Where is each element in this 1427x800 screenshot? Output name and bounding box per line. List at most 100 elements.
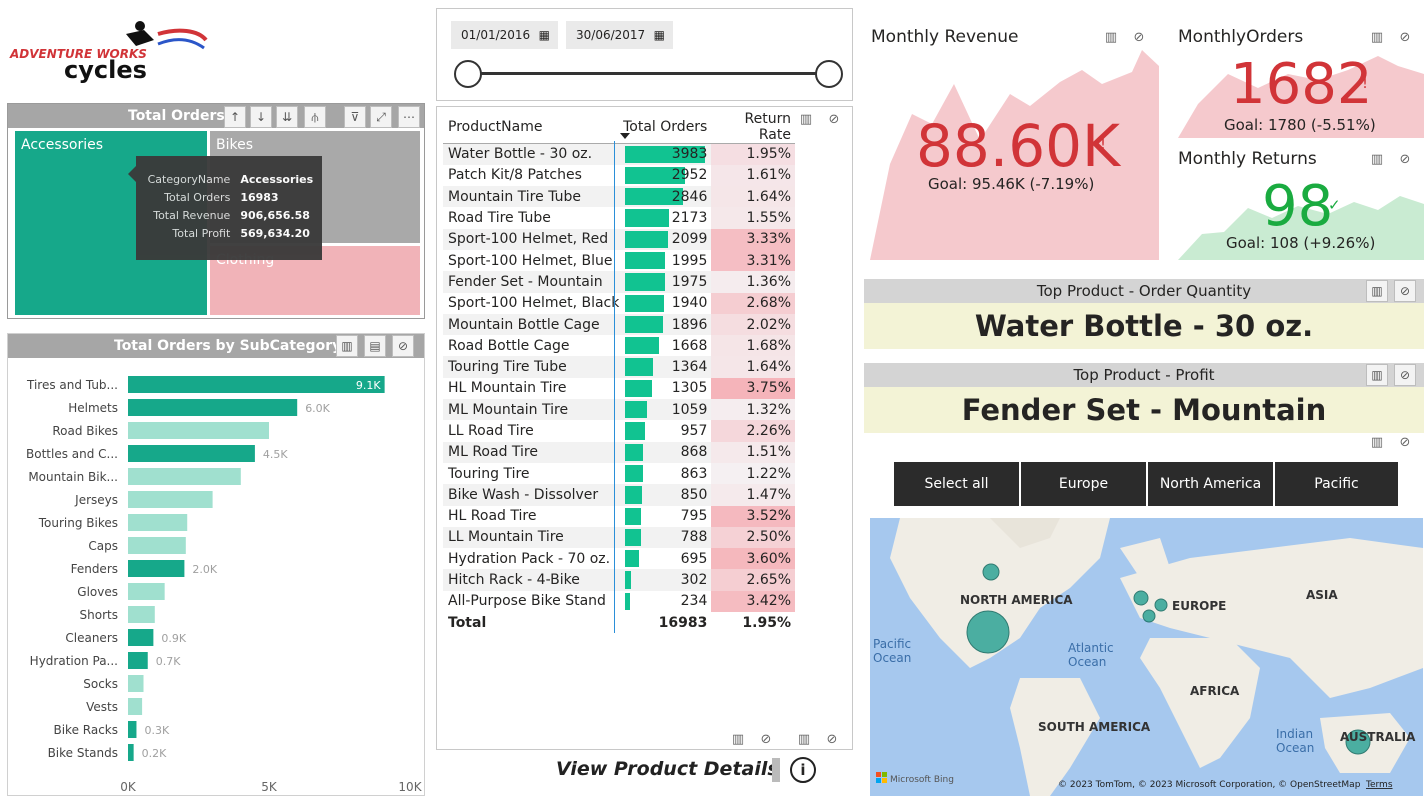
region-button-select-all[interactable]: Select all	[894, 462, 1019, 506]
no-filter-icon[interactable]: ⊘	[1394, 364, 1416, 386]
drill-icon[interactable]: ▥	[1102, 29, 1120, 47]
expand-all-icon[interactable]: ⇊	[276, 106, 298, 128]
table-row[interactable]: Patch Kit/8 Patches 2952 1.61%	[443, 164, 795, 187]
focus-mode-icon[interactable]: ⤢	[370, 106, 392, 128]
calendar-icon[interactable]: ▦	[539, 21, 550, 49]
orders-value: 1896	[671, 316, 708, 333]
no-filter-icon[interactable]: ⊘	[1394, 280, 1416, 302]
map-bubble[interactable]	[1142, 609, 1156, 623]
end-slider-handle[interactable]	[815, 60, 843, 88]
drill-icon[interactable]: ▥	[797, 111, 815, 129]
no-filter-icon[interactable]: ⊘	[825, 111, 843, 129]
calendar-icon[interactable]: ▦	[654, 21, 665, 49]
table-row[interactable]: Bike Wash - Dissolver 850 1.47%	[443, 484, 795, 506]
bar-5[interactable]	[128, 491, 213, 508]
region-button-pacific[interactable]: Pacific	[1275, 462, 1398, 506]
bar-6[interactable]	[128, 514, 188, 531]
treemap-visual[interactable]: Total Orders b ↑ ↓ ⇊ ⫛ ⊽ ⤢ ⋯ Accessories…	[7, 103, 425, 319]
col-header-return-rate[interactable]: Return Rate	[711, 111, 795, 144]
col-header-total-orders[interactable]: Total Orders	[619, 111, 712, 144]
bar-category-label: Gloves	[77, 585, 118, 599]
expand-hierarchy-icon[interactable]: ⫛	[304, 106, 326, 128]
product-table-visual[interactable]: ▥ ⊘ ProductName Total Orders Return Rate…	[436, 106, 853, 750]
map-bubble[interactable]	[1154, 598, 1168, 612]
drill-icon[interactable]: ▥	[1366, 364, 1388, 386]
filter-icon[interactable]: ⊽	[344, 106, 366, 128]
table-row[interactable]: Road Bottle Cage 1668 1.68%	[443, 335, 795, 357]
drill-icon[interactable]: ▥	[1368, 151, 1386, 169]
bar-7[interactable]	[128, 537, 186, 554]
table-row[interactable]: Mountain Tire Tube 2846 1.64%	[443, 186, 795, 208]
bar-11[interactable]	[128, 629, 154, 646]
region-button-north-america[interactable]: North America	[1148, 462, 1273, 506]
drill-icon[interactable]: ▥	[1368, 29, 1386, 47]
map-bubble[interactable]	[1133, 590, 1149, 606]
table-row[interactable]: HL Road Tire 795 3.52%	[443, 505, 795, 527]
drill-up-icon[interactable]: ↑	[224, 106, 246, 128]
table-row[interactable]: Sport-100 Helmet, Black 1940 2.68%	[443, 292, 795, 314]
bar-1[interactable]	[128, 399, 298, 416]
info-icon[interactable]: i	[790, 757, 816, 783]
no-filter-icon[interactable]: ⊘	[1396, 434, 1414, 452]
drill-icon[interactable]: ▥	[1366, 280, 1388, 302]
bar-13[interactable]	[128, 675, 144, 692]
no-filter-icon[interactable]: ⊘	[823, 731, 841, 749]
table-row[interactable]: Water Bottle - 30 oz. 3983 1.95%	[443, 143, 795, 165]
bar-2[interactable]	[128, 422, 269, 439]
no-filter-icon[interactable]: ⊘	[1396, 151, 1414, 169]
map-terms-link[interactable]: Terms	[1365, 780, 1393, 790]
table-row[interactable]: LL Road Tire 957 2.26%	[443, 420, 795, 442]
no-filter-icon[interactable]: ⊘	[757, 731, 775, 749]
bar-category-label: Jerseys	[74, 493, 118, 507]
bar-8[interactable]	[128, 560, 185, 577]
date-slicer[interactable]: 01/01/2016 ▦ 30/06/2017 ▦	[436, 8, 853, 101]
subcategory-chart-visual[interactable]: Total Orders by SubCategory ▥ ▤ ⊘ Tires …	[7, 333, 425, 796]
map-bubble[interactable]	[966, 610, 1010, 654]
bar-12[interactable]	[128, 652, 148, 669]
drill-icon[interactable]: ▥	[1368, 434, 1386, 452]
no-filter-icon[interactable]: ⊘	[1396, 29, 1414, 47]
table-row[interactable]: Road Tire Tube 2173 1.55%	[443, 207, 795, 229]
drill-icon[interactable]: ▥	[795, 731, 813, 749]
table-row[interactable]: Touring Tire Tube 1364 1.64%	[443, 356, 795, 378]
table-row[interactable]: Fender Set - Mountain 1975 1.36%	[443, 271, 795, 293]
table-row[interactable]: Sport-100 Helmet, Red 2099 3.33%	[443, 228, 795, 250]
table-row[interactable]: Hitch Rack - 4-Bike 302 2.65%	[443, 569, 795, 591]
drill-down-icon[interactable]: ↓	[250, 106, 272, 128]
table-row[interactable]: ML Mountain Tire 1059 1.32%	[443, 399, 795, 421]
table-row[interactable]: All-Purpose Bike Stand 234 3.42%	[443, 590, 795, 613]
bar-0[interactable]	[128, 376, 385, 393]
no-filter-icon[interactable]: ⊘	[1130, 29, 1148, 47]
bar-14[interactable]	[128, 698, 143, 715]
bar-10[interactable]	[128, 606, 155, 623]
table-row[interactable]: HL Mountain Tire 1305 3.75%	[443, 377, 795, 400]
cell-return-rate: 1.36%	[711, 271, 795, 293]
end-date-input[interactable]: 30/06/2017 ▦	[566, 21, 673, 49]
bar-4[interactable]	[128, 468, 241, 485]
table-row[interactable]: ML Road Tire 868 1.51%	[443, 441, 795, 463]
table-row[interactable]: Sport-100 Helmet, Blue 1995 3.31%	[443, 249, 795, 272]
more-options-icon[interactable]: ⋯	[398, 106, 420, 128]
bar-15[interactable]	[128, 721, 137, 738]
date-range-track[interactable]	[467, 72, 829, 75]
table-row[interactable]: Touring Tire 863 1.22%	[443, 462, 795, 485]
map-label-north-america: NORTH AMERICA	[960, 593, 1073, 607]
table-row[interactable]: LL Mountain Tire 788 2.50%	[443, 526, 795, 549]
table-row[interactable]: Mountain Bottle Cage 1896 2.02%	[443, 313, 795, 336]
region-button-europe[interactable]: Europe	[1021, 462, 1146, 506]
drill-icon[interactable]: ▥	[729, 731, 747, 749]
bar-16[interactable]	[128, 744, 134, 761]
map-visual[interactable]: NORTH AMERICA EUROPE ASIA AFRICA SOUTH A…	[870, 518, 1423, 796]
map-bubble[interactable]	[982, 563, 1000, 581]
no-filter-icon[interactable]: ⊘	[392, 335, 414, 357]
start-date-input[interactable]: 01/01/2016 ▦	[451, 21, 558, 49]
bar-3[interactable]	[128, 445, 255, 462]
table-row[interactable]: Hydration Pack - 70 oz. 695 3.60%	[443, 548, 795, 570]
cell-product-name: ML Mountain Tire	[448, 401, 569, 418]
chart-type-icon[interactable]: ▤	[364, 335, 386, 357]
drill-icon[interactable]: ▥	[336, 335, 358, 357]
bar-9[interactable]	[128, 583, 165, 600]
col-header-productname[interactable]: ProductName	[443, 111, 620, 144]
start-slider-handle[interactable]	[454, 60, 482, 88]
view-product-details-button[interactable]: View Product Details i	[556, 757, 826, 786]
